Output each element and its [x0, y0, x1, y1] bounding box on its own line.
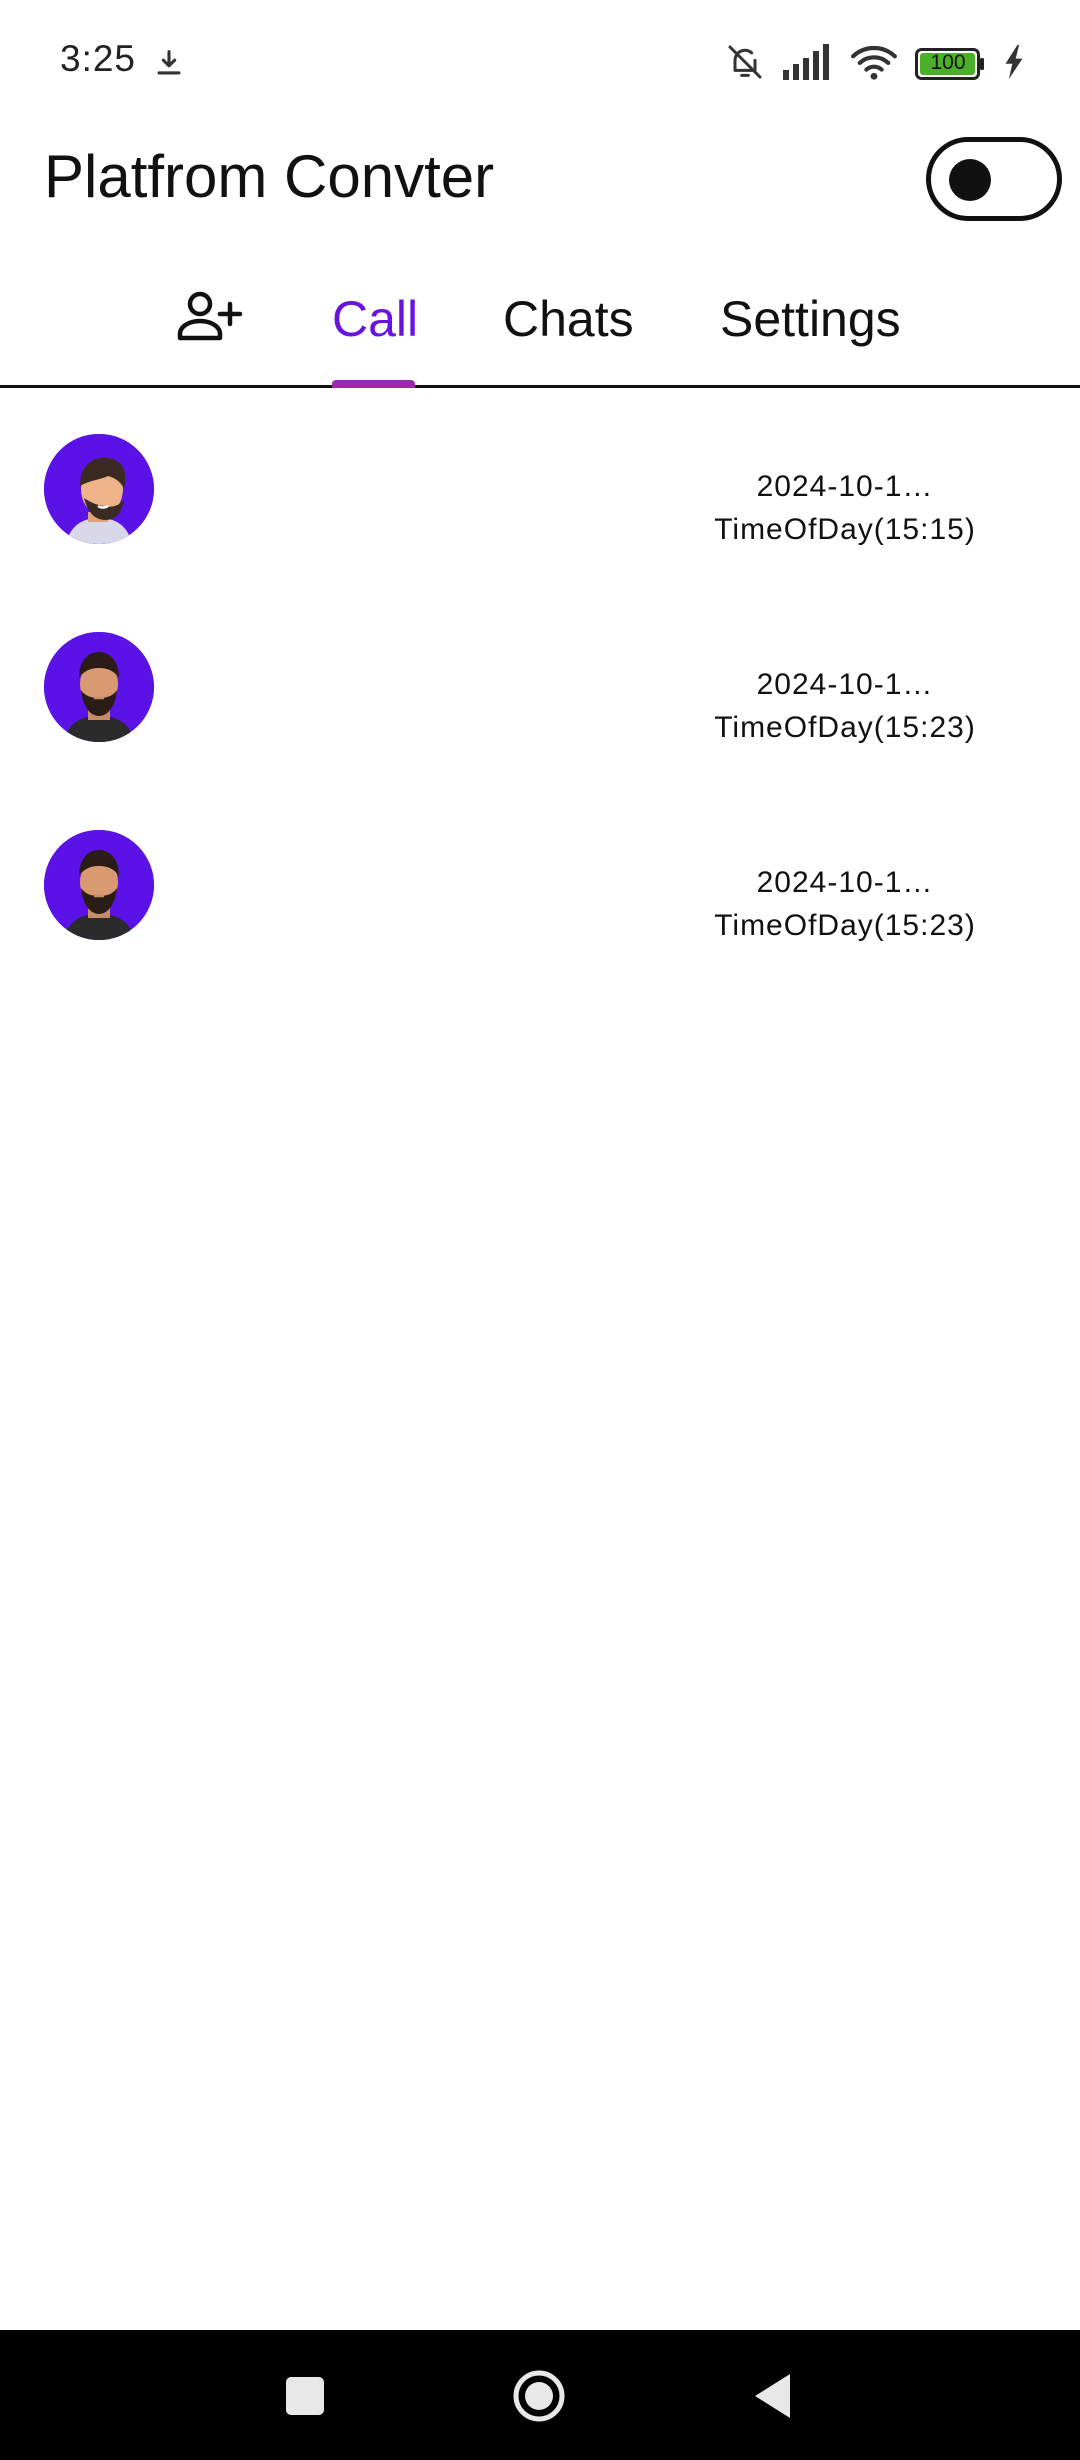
call-list: 2024-10-1… TimeOfDay(15:15) 2024-10-1… T… [0, 410, 1080, 1004]
status-bar: 3:25 100 [0, 0, 1080, 120]
tab-call[interactable]: Call [332, 290, 418, 348]
avatar [44, 434, 154, 544]
person-add-icon[interactable] [176, 290, 246, 346]
call-list-item[interactable]: 2024-10-1… TimeOfDay(15:23) [0, 806, 1080, 1004]
charging-bolt-icon [1003, 44, 1025, 84]
screen: 3:25 100 Platfrom Convter Call Chats Set… [0, 0, 1080, 2460]
home-button[interactable] [513, 2370, 565, 2422]
call-meta: 2024-10-1… TimeOfDay(15:23) [690, 861, 1000, 947]
call-time: TimeOfDay(15:23) [714, 909, 976, 942]
back-button[interactable] [752, 2372, 792, 2420]
download-icon [152, 46, 186, 85]
toggle-knob [949, 159, 991, 201]
tab-chats[interactable]: Chats [503, 290, 634, 348]
tab-indicator [332, 380, 415, 388]
theme-toggle-switch[interactable] [926, 137, 1062, 221]
battery-icon: 100 [915, 48, 985, 80]
app-title: Platfrom Convter [44, 143, 495, 210]
call-date: 2024-10-1… [756, 470, 934, 503]
tab-settings[interactable]: Settings [720, 290, 901, 348]
call-time: TimeOfDay(15:23) [714, 711, 976, 744]
call-date: 2024-10-1… [756, 866, 934, 899]
call-time: TimeOfDay(15:15) [714, 513, 976, 546]
bell-off-icon [725, 42, 765, 87]
tab-bar: Call Chats Settings [0, 260, 1080, 388]
system-nav-bar [0, 2330, 1080, 2460]
battery-level: 100 [930, 51, 966, 74]
call-meta: 2024-10-1… TimeOfDay(15:15) [690, 465, 1000, 551]
wifi-icon [851, 43, 897, 86]
call-list-item[interactable]: 2024-10-1… TimeOfDay(15:15) [0, 410, 1080, 608]
avatar [44, 830, 154, 940]
status-time: 3:25 [60, 38, 137, 79]
call-date: 2024-10-1… [756, 668, 934, 701]
call-list-item[interactable]: 2024-10-1… TimeOfDay(15:23) [0, 608, 1080, 806]
signal-icon [783, 43, 833, 85]
status-icons: 100 [725, 40, 1025, 88]
recents-button[interactable] [286, 2377, 324, 2415]
avatar [44, 632, 154, 742]
call-meta: 2024-10-1… TimeOfDay(15:23) [690, 663, 1000, 749]
